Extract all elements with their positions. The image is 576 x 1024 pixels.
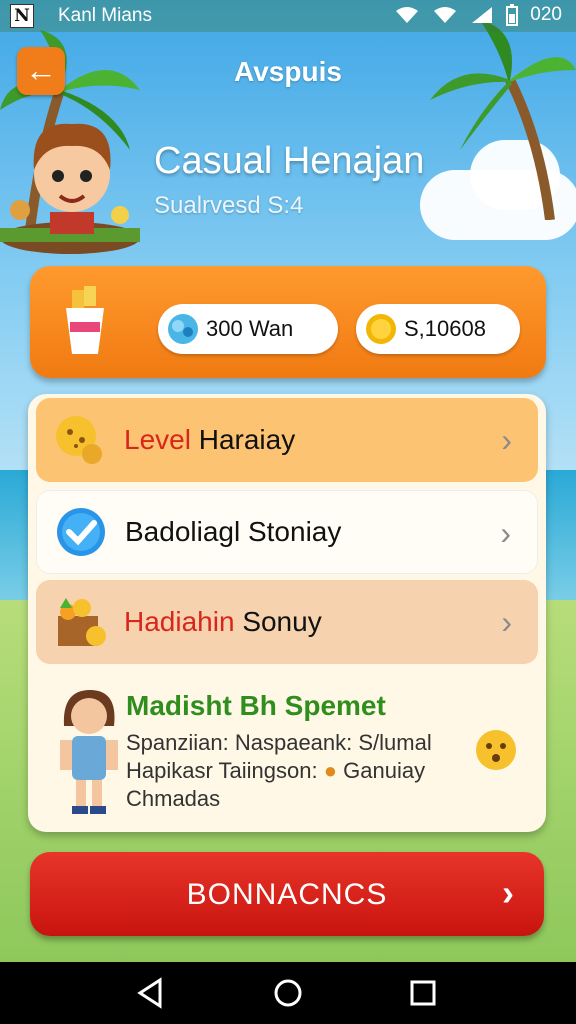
gems-counter[interactable]: 300 Wan (158, 304, 338, 354)
page-title: Avspuis (234, 56, 342, 87)
game-subtitle: Sualrvesd S:4 (154, 192, 304, 219)
bonus-button[interactable]: BONNACNCS › (30, 852, 544, 936)
carrier-name: Kanl Mians (58, 5, 152, 26)
menu-item-label-highlight: Level (124, 424, 191, 455)
info-card: Madisht Bh Spemet Spanziian: Naspaeank: … (36, 678, 538, 828)
bonus-button-label: BONNACNCS (186, 878, 388, 911)
menu-item-label: Level Haraiay (124, 424, 295, 456)
battery-icon (506, 4, 519, 26)
palm-tree-right (430, 20, 576, 220)
cookie-icon: ● (323, 758, 338, 783)
checkmark-icon (57, 508, 105, 556)
home-nav-icon[interactable] (271, 976, 305, 1010)
info-line: Spanziian: Naspaeank: S/lumal (126, 730, 432, 755)
coins-value: S,10608 (404, 316, 486, 341)
menu-item-label: Badoliagl Stoniay (125, 516, 342, 547)
wifi-icon (434, 7, 457, 23)
clock: 020 (530, 4, 562, 25)
snack-cup-icon (66, 286, 104, 354)
character-avatar (0, 123, 140, 254)
currency-bar: 300 Wan S,10608 (30, 266, 546, 378)
menu-item-badges[interactable]: Badoliagl Stoniay › (36, 490, 538, 574)
chevron-right-icon: › (502, 872, 514, 913)
cookie-icon (56, 416, 102, 464)
smiley-face-icon (476, 730, 516, 770)
coin-icon (366, 314, 396, 344)
chevron-right-icon: › (501, 604, 512, 640)
menu-item-label: Hadiahin Sonuy (124, 606, 322, 638)
back-nav-icon[interactable] (134, 976, 168, 1010)
game-title: Casual Henajan (154, 140, 425, 182)
info-line: Hapikasr Taiingson: ● Ganuiay (126, 758, 425, 784)
treasure-basket-icon (58, 598, 106, 646)
info-title: Madisht Bh Spemet (126, 690, 386, 721)
menu-item-level[interactable]: Level Haraiay › (36, 398, 538, 482)
recents-nav-icon[interactable] (406, 976, 440, 1010)
info-line-part: Hapikasr Taiingson: (126, 758, 318, 783)
info-line: Chmadas (126, 786, 221, 811)
menu-item-label-text: Sonuy (242, 606, 322, 637)
menu-item-rewards[interactable]: Hadiahin Sonuy › (36, 580, 538, 664)
menu-item-label-highlight: Hadiahin (124, 606, 235, 637)
menu-panel: Level Haraiay › Badoliagl Stoniay › Hadi… (28, 394, 546, 832)
notification-icon: N (10, 4, 34, 28)
character-girl (60, 690, 118, 814)
navigation-bar (0, 962, 576, 1024)
gems-value: 300 Wan (206, 316, 294, 341)
chevron-right-icon: › (500, 515, 511, 551)
signal-icon (472, 7, 493, 23)
chevron-right-icon: › (501, 422, 512, 458)
menu-item-label-text: Haraiay (198, 424, 296, 455)
coins-counter[interactable]: S,10608 (356, 304, 520, 354)
wifi-icon (396, 7, 419, 23)
info-line-part: Ganuiay (343, 758, 426, 783)
gems-icon (168, 314, 198, 344)
status-bar: N Kanl Mians 020 (0, 0, 576, 32)
